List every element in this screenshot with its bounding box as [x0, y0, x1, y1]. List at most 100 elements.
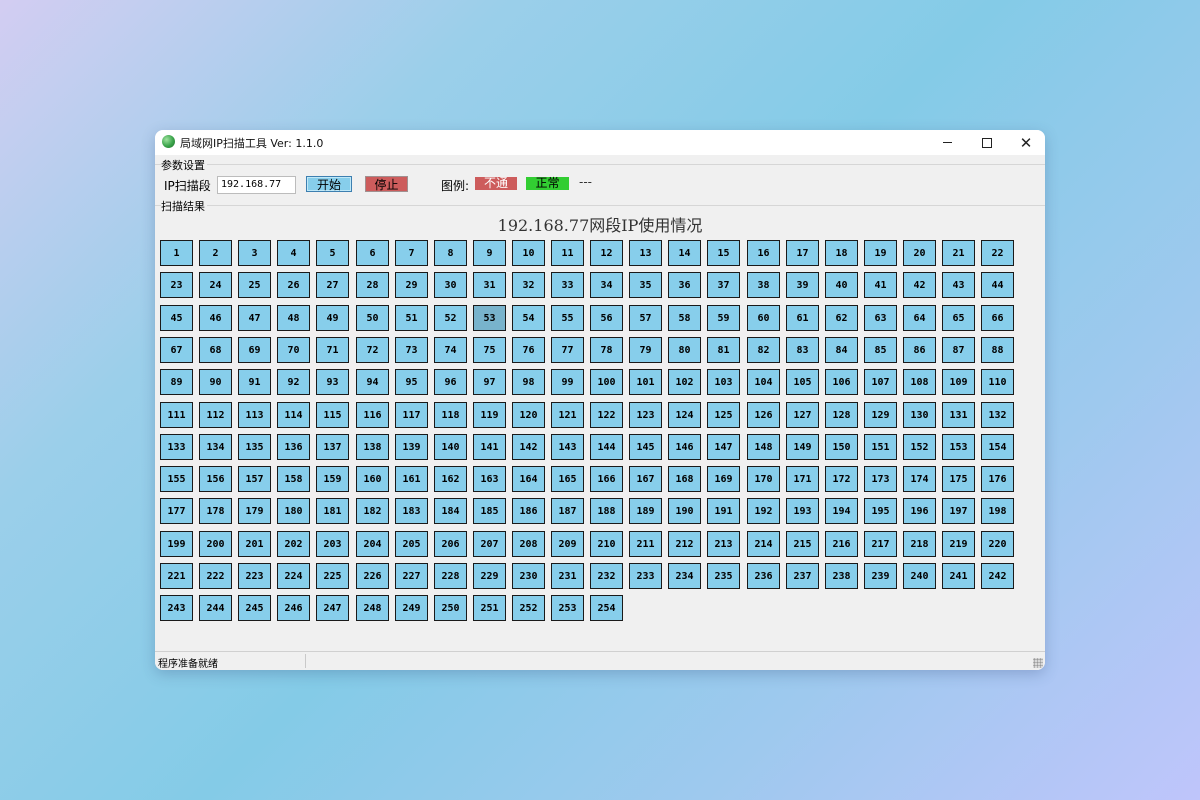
ip-cell-13[interactable]: 13	[629, 240, 662, 266]
ip-cell-51[interactable]: 51	[395, 305, 428, 331]
ip-cell-95[interactable]: 95	[395, 369, 428, 395]
ip-cell-246[interactable]: 246	[277, 595, 310, 621]
ip-cell-44[interactable]: 44	[981, 272, 1014, 298]
ip-cell-21[interactable]: 21	[942, 240, 975, 266]
ip-cell-75[interactable]: 75	[473, 337, 506, 363]
ip-cell-238[interactable]: 238	[825, 563, 858, 589]
ip-cell-125[interactable]: 125	[707, 402, 740, 428]
ip-cell-70[interactable]: 70	[277, 337, 310, 363]
ip-cell-132[interactable]: 132	[981, 402, 1014, 428]
ip-cell-211[interactable]: 211	[629, 531, 662, 557]
ip-cell-71[interactable]: 71	[316, 337, 349, 363]
ip-cell-7[interactable]: 7	[395, 240, 428, 266]
ip-cell-237[interactable]: 237	[786, 563, 819, 589]
ip-cell-220[interactable]: 220	[981, 531, 1014, 557]
ip-cell-16[interactable]: 16	[747, 240, 780, 266]
ip-cell-158[interactable]: 158	[277, 466, 310, 492]
ip-cell-134[interactable]: 134	[199, 434, 232, 460]
ip-cell-228[interactable]: 228	[434, 563, 467, 589]
ip-cell-155[interactable]: 155	[160, 466, 193, 492]
ip-cell-14[interactable]: 14	[668, 240, 701, 266]
ip-cell-207[interactable]: 207	[473, 531, 506, 557]
ip-cell-4[interactable]: 4	[277, 240, 310, 266]
ip-cell-160[interactable]: 160	[356, 466, 389, 492]
ip-cell-73[interactable]: 73	[395, 337, 428, 363]
ip-cell-200[interactable]: 200	[199, 531, 232, 557]
ip-cell-122[interactable]: 122	[590, 402, 623, 428]
ip-cell-5[interactable]: 5	[316, 240, 349, 266]
ip-cell-83[interactable]: 83	[786, 337, 819, 363]
ip-cell-26[interactable]: 26	[277, 272, 310, 298]
ip-cell-164[interactable]: 164	[512, 466, 545, 492]
ip-cell-9[interactable]: 9	[473, 240, 506, 266]
ip-cell-151[interactable]: 151	[864, 434, 897, 460]
ip-cell-172[interactable]: 172	[825, 466, 858, 492]
ip-cell-181[interactable]: 181	[316, 498, 349, 524]
ip-cell-17[interactable]: 17	[786, 240, 819, 266]
ip-cell-93[interactable]: 93	[316, 369, 349, 395]
ip-cell-69[interactable]: 69	[238, 337, 271, 363]
ip-cell-174[interactable]: 174	[903, 466, 936, 492]
ip-cell-27[interactable]: 27	[316, 272, 349, 298]
ip-cell-150[interactable]: 150	[825, 434, 858, 460]
ip-cell-46[interactable]: 46	[199, 305, 232, 331]
ip-cell-110[interactable]: 110	[981, 369, 1014, 395]
ip-cell-47[interactable]: 47	[238, 305, 271, 331]
ip-cell-225[interactable]: 225	[316, 563, 349, 589]
ip-cell-35[interactable]: 35	[629, 272, 662, 298]
ip-cell-65[interactable]: 65	[942, 305, 975, 331]
ip-cell-56[interactable]: 56	[590, 305, 623, 331]
ip-cell-166[interactable]: 166	[590, 466, 623, 492]
ip-cell-149[interactable]: 149	[786, 434, 819, 460]
ip-cell-23[interactable]: 23	[160, 272, 193, 298]
ip-cell-45[interactable]: 45	[160, 305, 193, 331]
ip-cell-129[interactable]: 129	[864, 402, 897, 428]
ip-cell-85[interactable]: 85	[864, 337, 897, 363]
ip-cell-177[interactable]: 177	[160, 498, 193, 524]
ip-cell-12[interactable]: 12	[590, 240, 623, 266]
ip-cell-6[interactable]: 6	[356, 240, 389, 266]
ip-cell-61[interactable]: 61	[786, 305, 819, 331]
ip-cell-52[interactable]: 52	[434, 305, 467, 331]
ip-cell-161[interactable]: 161	[395, 466, 428, 492]
ip-cell-230[interactable]: 230	[512, 563, 545, 589]
ip-cell-11[interactable]: 11	[551, 240, 584, 266]
ip-cell-84[interactable]: 84	[825, 337, 858, 363]
ip-cell-234[interactable]: 234	[668, 563, 701, 589]
minimize-button[interactable]	[928, 130, 966, 155]
ip-cell-219[interactable]: 219	[942, 531, 975, 557]
ip-cell-126[interactable]: 126	[747, 402, 780, 428]
ip-cell-18[interactable]: 18	[825, 240, 858, 266]
ip-cell-169[interactable]: 169	[707, 466, 740, 492]
ip-cell-76[interactable]: 76	[512, 337, 545, 363]
ip-cell-112[interactable]: 112	[199, 402, 232, 428]
ip-cell-124[interactable]: 124	[668, 402, 701, 428]
ip-cell-86[interactable]: 86	[903, 337, 936, 363]
ip-cell-189[interactable]: 189	[629, 498, 662, 524]
ip-cell-37[interactable]: 37	[707, 272, 740, 298]
ip-cell-50[interactable]: 50	[356, 305, 389, 331]
ip-cell-2[interactable]: 2	[199, 240, 232, 266]
ip-cell-216[interactable]: 216	[825, 531, 858, 557]
ip-cell-42[interactable]: 42	[903, 272, 936, 298]
ip-cell-247[interactable]: 247	[316, 595, 349, 621]
ip-cell-1[interactable]: 1	[160, 240, 193, 266]
ip-cell-243[interactable]: 243	[160, 595, 193, 621]
ip-cell-55[interactable]: 55	[551, 305, 584, 331]
ip-cell-32[interactable]: 32	[512, 272, 545, 298]
ip-cell-208[interactable]: 208	[512, 531, 545, 557]
ip-cell-201[interactable]: 201	[238, 531, 271, 557]
ip-cell-205[interactable]: 205	[395, 531, 428, 557]
ip-cell-147[interactable]: 147	[707, 434, 740, 460]
ip-cell-140[interactable]: 140	[434, 434, 467, 460]
ip-cell-143[interactable]: 143	[551, 434, 584, 460]
ip-cell-31[interactable]: 31	[473, 272, 506, 298]
ip-cell-250[interactable]: 250	[434, 595, 467, 621]
ip-cell-142[interactable]: 142	[512, 434, 545, 460]
ip-cell-88[interactable]: 88	[981, 337, 1014, 363]
resize-grip-icon[interactable]	[1033, 658, 1043, 668]
ip-cell-24[interactable]: 24	[199, 272, 232, 298]
ip-cell-105[interactable]: 105	[786, 369, 819, 395]
ip-cell-130[interactable]: 130	[903, 402, 936, 428]
ip-cell-108[interactable]: 108	[903, 369, 936, 395]
